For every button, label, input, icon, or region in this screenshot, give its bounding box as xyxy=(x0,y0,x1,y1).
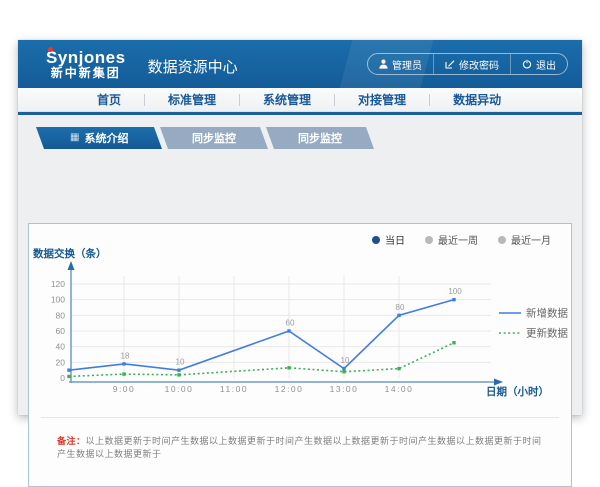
admin-user-button[interactable]: 管理员 xyxy=(368,54,433,74)
filter-last-month[interactable]: 最近一月 xyxy=(498,232,551,247)
change-password-button[interactable]: 修改密码 xyxy=(433,54,510,74)
svg-text:数据交换（条）: 数据交换（条） xyxy=(32,247,107,260)
note-text: 以上数据更新于时间产生数据以上数据更新于时间产生数据以上数据更新于时间产生数据以… xyxy=(57,436,542,459)
note-label: 备注： xyxy=(57,436,86,446)
nav-item-home[interactable]: 首页 xyxy=(74,91,144,108)
logout-button[interactable]: 退出 xyxy=(510,54,567,74)
svg-text:20: 20 xyxy=(56,357,66,367)
change-password-label: 修改密码 xyxy=(459,57,499,72)
svg-text:18: 18 xyxy=(121,351,130,360)
nav-item-data-change[interactable]: 数据异动 xyxy=(430,91,524,108)
svg-text:100: 100 xyxy=(448,287,462,296)
nav-item-interface-mgmt[interactable]: 对接管理 xyxy=(335,91,429,108)
logout-label: 退出 xyxy=(536,57,556,72)
svg-text:10: 10 xyxy=(176,358,185,367)
brand-logo: Synjones 新中新集团 xyxy=(32,49,126,79)
tab-sync-monitor-2-label: 同步监控 xyxy=(298,130,342,146)
content-area: ▦ 系统介绍 同步监控 同步监控 当日 最近一周 xyxy=(18,115,582,415)
user-icon xyxy=(379,59,388,69)
radio-dot-icon xyxy=(425,236,433,244)
tab-sync-monitor-2[interactable]: 同步监控 xyxy=(266,127,374,149)
svg-text:更新数据: 更新数据 xyxy=(526,327,568,340)
app-window: Synjones 新中新集团 数据资源中心 管理员 修改密码 退出 xyxy=(18,40,582,415)
tab-system-intro[interactable]: ▦ 系统介绍 xyxy=(36,127,162,149)
data-exchange-line-chart: 0 20 40 60 80 100 120 9:00 10:00 11:00 12:00 13:00 1… xyxy=(29,246,573,398)
svg-text:11:00: 11:00 xyxy=(220,384,248,394)
filter-last-month-label: 最近一月 xyxy=(511,232,551,247)
svg-text:0: 0 xyxy=(60,373,65,383)
svg-text:120: 120 xyxy=(51,279,65,289)
svg-text:10:00: 10:00 xyxy=(165,384,194,394)
grid-icon: ▦ xyxy=(70,133,79,143)
filter-last-week-label: 最近一周 xyxy=(438,232,478,247)
tab-sync-monitor-1[interactable]: 同步监控 xyxy=(160,127,268,149)
svg-text:12:00: 12:00 xyxy=(275,384,304,394)
radio-dot-icon xyxy=(498,236,506,244)
nav-item-standard-mgmt[interactable]: 标准管理 xyxy=(145,91,239,108)
svg-text:100: 100 xyxy=(51,295,65,305)
tab-sync-monitor-1-label: 同步监控 xyxy=(192,130,236,146)
radio-dot-icon xyxy=(372,236,380,244)
filter-last-week[interactable]: 最近一周 xyxy=(425,232,478,247)
brand-logo-cn: 新中新集团 xyxy=(46,67,126,80)
filter-today-label: 当日 xyxy=(385,232,405,247)
chart-panel: 当日 最近一周 最近一月 0 20 40 60 80 100 120 9:00 10:00 11:… xyxy=(28,223,572,487)
filter-today[interactable]: 当日 xyxy=(372,232,405,247)
svg-text:14:00: 14:00 xyxy=(385,384,414,394)
logo-red-dot-icon xyxy=(48,47,53,52)
svg-text:40: 40 xyxy=(56,342,66,352)
svg-text:13:00: 13:00 xyxy=(330,384,359,394)
page-title: 数据资源中心 xyxy=(148,56,238,77)
footer-note: 备注：以上数据更新于时间产生数据以上数据更新于时间产生数据以上数据更新于时间产生… xyxy=(41,417,559,460)
svg-text:80: 80 xyxy=(396,303,405,312)
svg-text:60: 60 xyxy=(56,326,66,336)
brand-logo-en: Synjones xyxy=(46,49,126,67)
svg-text:新增数据: 新增数据 xyxy=(526,307,568,320)
svg-text:10: 10 xyxy=(341,356,350,365)
time-range-filters: 当日 最近一周 最近一月 xyxy=(372,232,551,247)
admin-user-label: 管理员 xyxy=(392,57,422,72)
nav-item-system-mgmt[interactable]: 系统管理 xyxy=(240,91,334,108)
edit-icon xyxy=(445,59,455,69)
svg-text:80: 80 xyxy=(56,310,66,320)
tab-system-intro-label: 系统介绍 xyxy=(84,130,128,146)
tab-bar: ▦ 系统介绍 同步监控 同步监控 xyxy=(18,115,582,149)
app-header: Synjones 新中新集团 数据资源中心 管理员 修改密码 退出 xyxy=(18,40,582,88)
power-icon xyxy=(522,59,532,69)
svg-text:日期（小时）: 日期（小时） xyxy=(486,385,549,398)
svg-text:9:00: 9:00 xyxy=(113,384,136,394)
svg-text:60: 60 xyxy=(286,319,295,328)
header-actions: 管理员 修改密码 退出 xyxy=(367,53,568,75)
main-nav: 首页 标准管理 系统管理 对接管理 数据异动 xyxy=(18,88,582,112)
